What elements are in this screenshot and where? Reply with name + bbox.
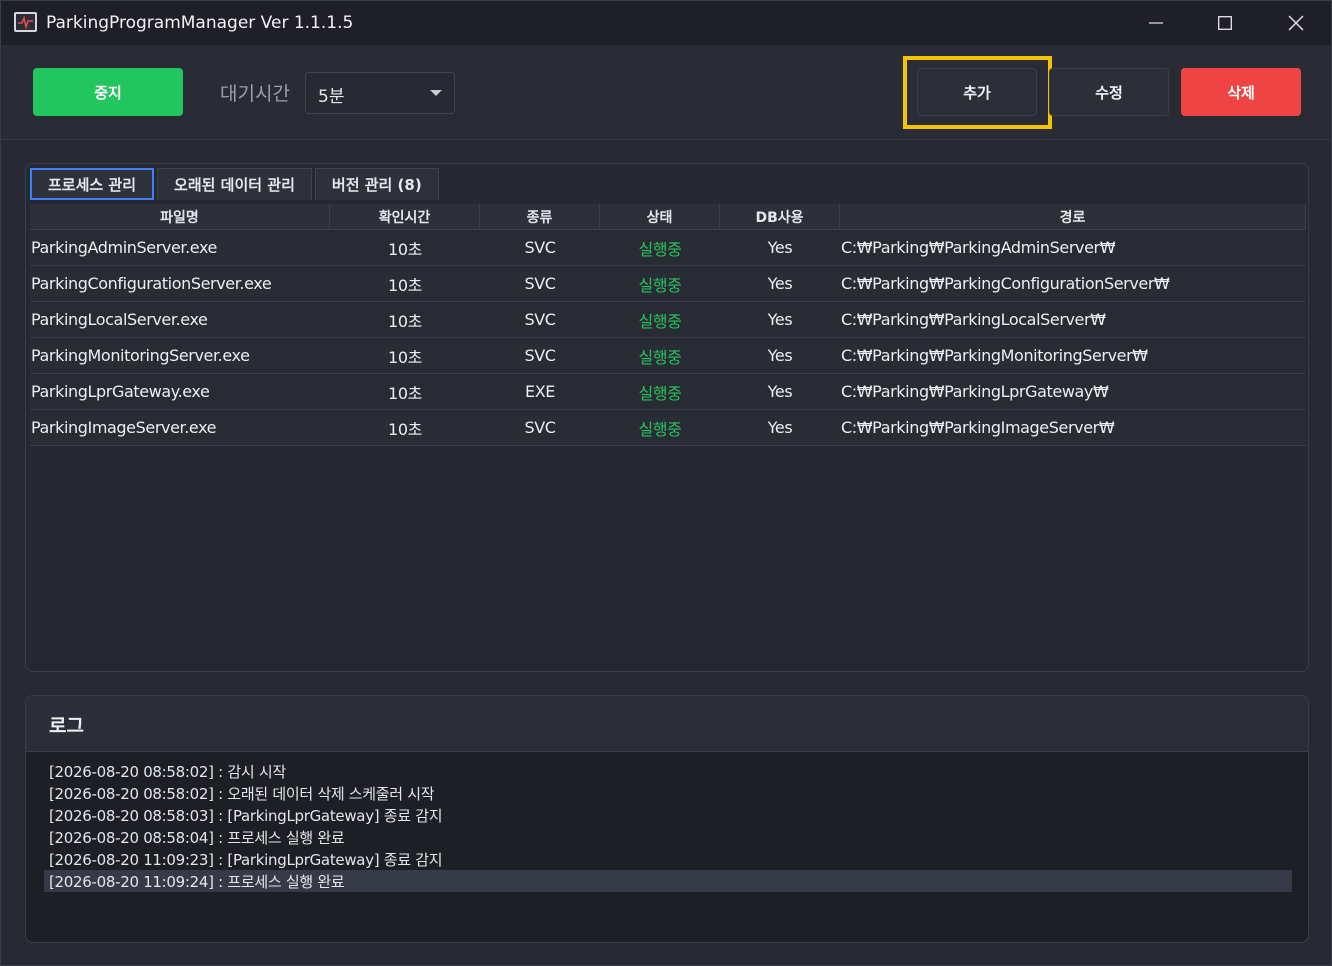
cell-type: SVC (524, 238, 556, 257)
title-bar: ParkingProgramManager Ver 1.1.1.5 (1, 1, 1331, 45)
column-header-db[interactable]: DB사용 (720, 204, 840, 229)
log-header: 로그 (26, 696, 1308, 752)
log-entry[interactable]: [2026-08-20 11:09:23] : [ParkingLprGatew… (44, 848, 1292, 870)
wait-time-select[interactable]: 5분 (305, 72, 455, 114)
tab-strip: 프로세스 관리 오래된 데이터 관리 버전 관리 (8) (30, 168, 442, 202)
tab-old-data-management[interactable]: 오래된 데이터 관리 (157, 168, 312, 200)
cell-interval: 10초 (388, 347, 422, 367)
app-monitor-icon (14, 12, 37, 32)
cell-interval: 10초 (388, 311, 422, 331)
column-header-status[interactable]: 상태 (600, 204, 720, 229)
cell-db: Yes (767, 238, 793, 257)
maximize-button[interactable] (1192, 1, 1258, 45)
log-entry[interactable]: [2026-08-20 08:58:03] : [ParkingLprGatew… (44, 804, 1292, 826)
wait-time-label: 대기시간 (220, 83, 290, 105)
cell-type: EXE (525, 382, 555, 401)
cell-type: SVC (524, 418, 556, 437)
stop-button[interactable]: 중지 (33, 68, 183, 116)
dropdown-caret-icon (430, 90, 442, 96)
table-row[interactable]: ParkingLprGateway.exe 10초 EXE 실행중 Yes C:… (30, 374, 1306, 410)
process-grid: 파일명 확인시간 종류 상태 DB사용 경로 ParkingAdminServe… (30, 204, 1306, 446)
table-row[interactable]: ParkingMonitoringServer.exe 10초 SVC 실행중 … (30, 338, 1306, 374)
edit-button[interactable]: 수정 (1049, 68, 1169, 116)
cell-path: C:₩Parking₩ParkingLocalServer₩ (841, 310, 1106, 329)
main-window: ParkingProgramManager Ver 1.1.1.5 중지 대기시… (0, 0, 1332, 966)
cell-path: C:₩Parking₩ParkingImageServer₩ (841, 418, 1115, 437)
cell-db: Yes (767, 274, 793, 293)
log-panel: 로그 [2026-08-20 08:58:02] : 감시 시작 [2026-0… (25, 695, 1309, 943)
minimize-icon (1149, 22, 1163, 24)
cell-status: 실행중 (638, 383, 682, 403)
cell-status: 실행중 (638, 275, 682, 295)
log-list[interactable]: [2026-08-20 08:58:02] : 감시 시작 [2026-08-2… (44, 760, 1292, 892)
table-row[interactable]: ParkingImageServer.exe 10초 SVC 실행중 Yes C… (30, 410, 1306, 446)
cell-status: 실행중 (638, 419, 682, 439)
cell-db: Yes (767, 418, 793, 437)
cell-path: C:₩Parking₩ParkingMonitoringServer₩ (841, 346, 1148, 365)
process-panel: 프로세스 관리 오래된 데이터 관리 버전 관리 (8) 파일명 확인시간 종류… (25, 163, 1309, 672)
cell-file: ParkingConfigurationServer.exe (31, 274, 272, 293)
window-title: ParkingProgramManager Ver 1.1.1.5 (46, 13, 354, 33)
cell-db: Yes (767, 382, 793, 401)
cell-type: SVC (524, 346, 556, 365)
table-row[interactable]: ParkingLocalServer.exe 10초 SVC 실행중 Yes C… (30, 302, 1306, 338)
cell-file: ParkingLocalServer.exe (31, 310, 208, 329)
table-row[interactable]: ParkingAdminServer.exe 10초 SVC 실행중 Yes C… (30, 230, 1306, 266)
cell-file: ParkingMonitoringServer.exe (31, 346, 250, 365)
cell-status: 실행중 (638, 347, 682, 367)
log-entry[interactable]: [2026-08-20 08:58:04] : 프로세스 실행 완료 (44, 826, 1292, 848)
delete-button[interactable]: 삭제 (1181, 68, 1301, 116)
cell-type: SVC (524, 274, 556, 293)
cell-status: 실행중 (638, 239, 682, 259)
log-entry[interactable]: [2026-08-20 08:58:02] : 감시 시작 (44, 760, 1292, 782)
table-row[interactable]: ParkingConfigurationServer.exe 10초 SVC 실… (30, 266, 1306, 302)
add-button-highlight (903, 56, 1052, 129)
close-button[interactable] (1263, 1, 1329, 45)
tab-process-management[interactable]: 프로세스 관리 (30, 168, 155, 200)
cell-file: ParkingLprGateway.exe (31, 382, 210, 401)
wait-time-value: 5분 (318, 87, 345, 107)
cell-status: 실행중 (638, 311, 682, 331)
column-header-interval[interactable]: 확인시간 (330, 204, 480, 229)
minimize-button[interactable] (1123, 1, 1189, 45)
column-header-path[interactable]: 경로 (840, 204, 1306, 229)
cell-file: ParkingImageServer.exe (31, 418, 217, 437)
cell-interval: 10초 (388, 383, 422, 403)
cell-db: Yes (767, 346, 793, 365)
log-entry-selected[interactable]: [2026-08-20 11:09:24] : 프로세스 실행 완료 (44, 870, 1292, 892)
cell-interval: 10초 (388, 275, 422, 295)
log-entry[interactable]: [2026-08-20 08:58:02] : 오래된 데이터 삭제 스케줄러 … (44, 782, 1292, 804)
cell-interval: 10초 (388, 239, 422, 259)
cell-db: Yes (767, 310, 793, 329)
column-header-file[interactable]: 파일명 (30, 204, 330, 229)
cell-path: C:₩Parking₩ParkingAdminServer₩ (841, 238, 1116, 257)
maximize-icon (1218, 16, 1232, 30)
grid-header: 파일명 확인시간 종류 상태 DB사용 경로 (30, 204, 1306, 230)
column-header-type[interactable]: 종류 (480, 204, 600, 229)
toolbar: 중지 대기시간 5분 추가 수정 삭제 (1, 45, 1331, 140)
cell-path: C:₩Parking₩ParkingLprGateway₩ (841, 382, 1109, 401)
tab-version-management[interactable]: 버전 관리 (8) (314, 168, 439, 200)
cell-file: ParkingAdminServer.exe (31, 238, 217, 257)
cell-path: C:₩Parking₩ParkingConfigurationServer₩ (841, 274, 1170, 293)
log-title: 로그 (49, 715, 84, 737)
cell-type: SVC (524, 310, 556, 329)
close-icon (1288, 15, 1304, 31)
cell-interval: 10초 (388, 419, 422, 439)
